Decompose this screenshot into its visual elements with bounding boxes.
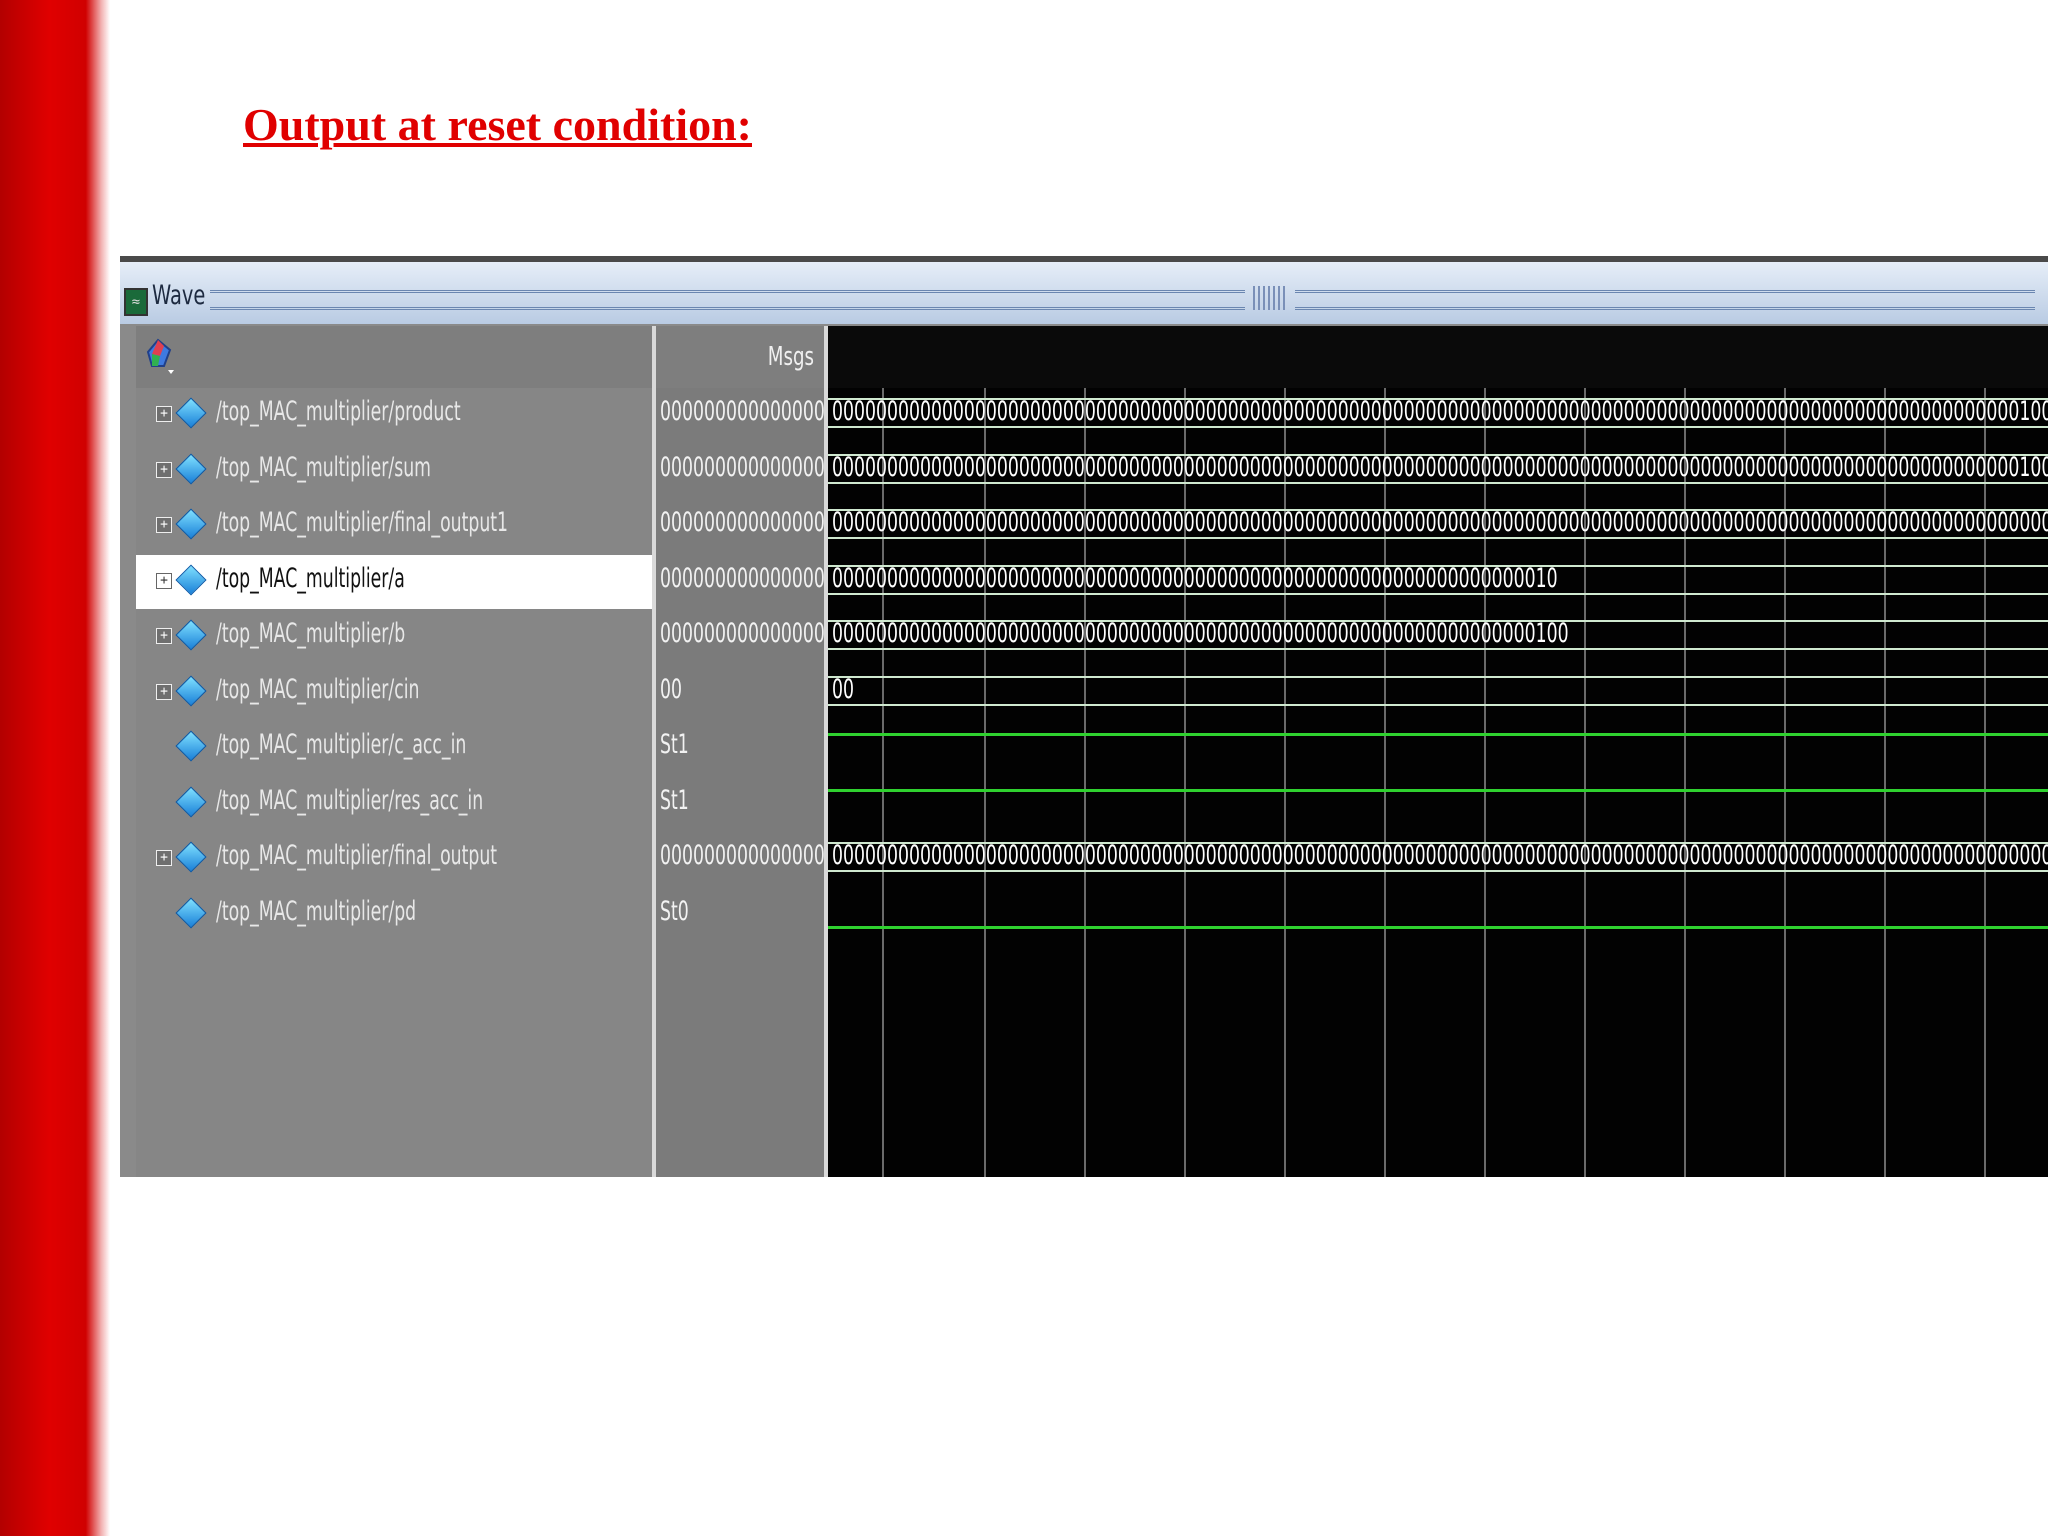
signal-name: /top_MAC_multiplier/b xyxy=(216,618,406,649)
signal-value: 0000000000000000( xyxy=(660,562,824,594)
signal-value: 00 xyxy=(660,673,682,705)
signal-row[interactable]: + /top_MAC_multiplier/a xyxy=(136,554,652,609)
signal-value: St1 xyxy=(660,784,689,816)
expand-icon[interactable]: + xyxy=(156,461,172,478)
slide-title: Output at reset condition: xyxy=(243,99,752,150)
expand-icon[interactable]: + xyxy=(156,683,172,700)
bus-waveform-value: 0000000000000000000000000000000000000000… xyxy=(832,840,2048,871)
expand-icon[interactable]: + xyxy=(156,517,172,533)
signal-row[interactable]: + /top_MAC_multiplier/b xyxy=(136,610,652,664)
signal-name: /top_MAC_multiplier/res_acc_in xyxy=(216,784,484,816)
expand-icon[interactable]: + xyxy=(156,850,172,866)
signal-value-cell: 00 xyxy=(660,666,824,720)
wave-window-icon: ≈ xyxy=(124,288,148,316)
bus-waveform-value: 0000000000000000000000000000000000000000… xyxy=(832,451,2048,483)
signal-value-cell: 0000000000000000( xyxy=(660,388,824,442)
titlebar-grip-right xyxy=(1295,290,2035,310)
signal-diamond-icon xyxy=(175,730,207,762)
wave-header-row: Msgs xyxy=(136,326,2048,388)
signal-diamond-icon xyxy=(175,619,207,651)
signal-row[interactable]: + /top_MAC_multiplier/sum xyxy=(136,444,652,498)
bus-waveform-edge xyxy=(828,675,2048,678)
signal-name: /top_MAC_multiplier/c_acc_in xyxy=(216,729,467,760)
expand-icon[interactable]: + xyxy=(156,406,172,422)
signal-value-cell: 0000000000000000( xyxy=(660,555,824,609)
signal-diamond-icon xyxy=(175,563,207,596)
bus-waveform-value: 0000000000000000000000000000000000000000… xyxy=(832,562,1558,594)
signal-diamond-icon xyxy=(175,508,207,540)
signal-value-cell: St1 xyxy=(660,777,824,831)
signal-name: /top_MAC_multiplier/final_output xyxy=(216,840,498,871)
msgs-column-header: Msgs xyxy=(656,326,824,388)
signal-diamond-icon xyxy=(175,785,207,818)
signal-value-cell: St1 xyxy=(660,721,824,775)
wave-window: ≈ Wave Msgs 0000000000000000000000000000… xyxy=(120,256,2048,1177)
signal-row[interactable]: /top_MAC_multiplier/pd xyxy=(136,888,652,942)
window-title: Wave xyxy=(152,280,206,311)
bit-waveform xyxy=(828,925,2048,929)
expand-icon[interactable]: + xyxy=(156,572,172,589)
signal-row[interactable]: + /top_MAC_multiplier/final_output xyxy=(136,832,652,886)
signal-row[interactable]: + /top_MAC_multiplier/product xyxy=(136,388,652,442)
signal-value: St0 xyxy=(660,895,689,927)
signal-name: /top_MAC_multiplier/final_output1 xyxy=(216,507,509,538)
titlebar-grip-left xyxy=(210,290,1245,310)
signal-diamond-icon xyxy=(175,674,207,707)
signal-diamond-icon xyxy=(175,452,207,485)
signal-diamond-icon xyxy=(175,896,207,929)
signal-value-cell: 0000000000000000( xyxy=(660,499,824,553)
waveform-pane[interactable]: 0000000000000000000000000000000000000000… xyxy=(828,388,2048,1177)
signal-value-cell: St0 xyxy=(660,888,824,942)
names-header xyxy=(136,326,652,388)
bus-waveform-value: 00 xyxy=(832,673,854,705)
dock-handle[interactable] xyxy=(1253,286,1287,310)
window-titlebar[interactable]: ≈ Wave xyxy=(120,256,2048,324)
bus-waveform-value: 0000000000000000000000000000000000000000… xyxy=(832,507,2048,538)
signal-value: 0000000000000000( xyxy=(660,840,824,871)
expand-icon[interactable]: + xyxy=(156,628,172,644)
signal-value: St1 xyxy=(660,729,689,760)
signal-diamond-icon xyxy=(175,397,207,429)
bus-waveform-edge xyxy=(828,703,2048,706)
signal-diamond-icon xyxy=(175,841,207,873)
signal-name: /top_MAC_multiplier/product xyxy=(216,396,461,427)
signal-value: 0000000000000000( xyxy=(660,396,824,427)
slide-side-bar xyxy=(0,0,110,1536)
bus-waveform-value: 0000000000000000000000000000000000000000… xyxy=(832,396,2048,427)
toolbar-dropdown-icon[interactable] xyxy=(144,336,176,380)
signal-value-cell: 0000000000000000( xyxy=(660,832,824,886)
signal-name: /top_MAC_multiplier/sum xyxy=(216,451,431,483)
signal-row[interactable]: /top_MAC_multiplier/res_acc_in xyxy=(136,777,652,831)
signal-row[interactable]: /top_MAC_multiplier/c_acc_in xyxy=(136,721,652,775)
signal-name: /top_MAC_multiplier/pd xyxy=(216,895,417,927)
signal-row[interactable]: + /top_MAC_multiplier/cin xyxy=(136,666,652,720)
signal-value: 0000000000000000( xyxy=(660,507,824,538)
signal-name: /top_MAC_multiplier/cin xyxy=(216,673,420,705)
bit-waveform xyxy=(828,788,2048,792)
bus-waveform-value: 0000000000000000000000000000000000000000… xyxy=(832,618,1569,649)
signal-value: 0000000000000000( xyxy=(660,618,824,649)
signal-name: /top_MAC_multiplier/a xyxy=(216,562,405,594)
signal-value-cell: 0000000000000000( xyxy=(660,610,824,664)
bit-waveform xyxy=(828,733,2048,736)
signal-row[interactable]: + /top_MAC_multiplier/final_output1 xyxy=(136,499,652,553)
signal-value: 0000000000000000( xyxy=(660,451,824,483)
msgs-label: Msgs xyxy=(767,342,814,372)
signal-value-cell: 0000000000000000( xyxy=(660,444,824,498)
